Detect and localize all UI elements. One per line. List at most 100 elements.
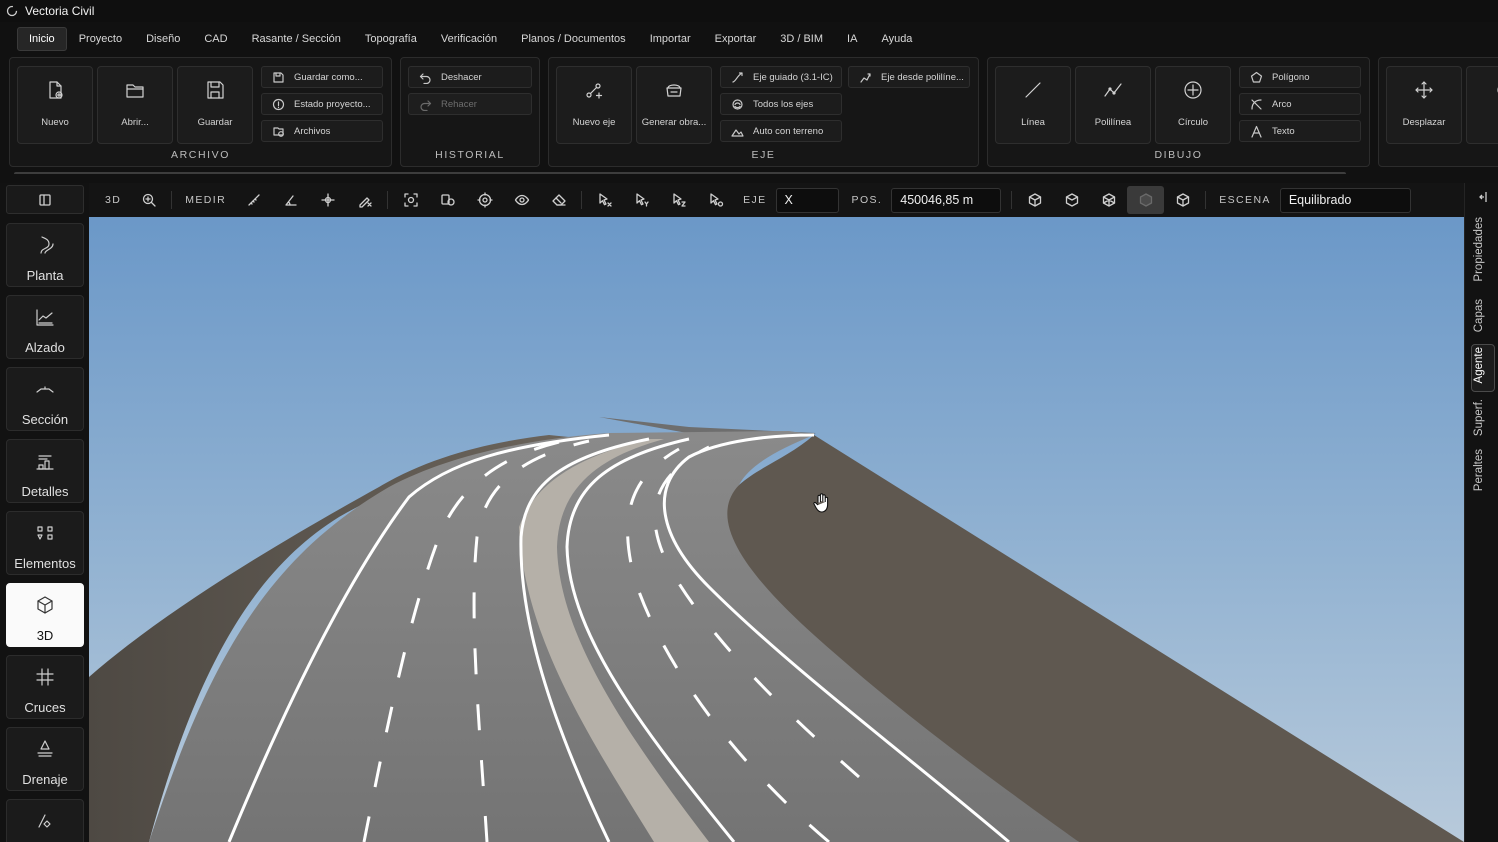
eje-polilinea-button[interactable]: Eje desde polilíne... [848,66,970,88]
nav-item-elementos[interactable]: Elementos [6,511,84,575]
nav-label: Alzado [25,340,65,355]
rehacer-button[interactable]: Rehacer [408,93,532,115]
menu-topografia[interactable]: Topografía [353,27,429,51]
3d-scene [89,217,1464,842]
nav-label: Elementos [14,556,76,571]
visibility-button[interactable] [503,186,540,214]
rotate-icon [1493,79,1498,101]
desplazar-button[interactable]: Desplazar [1386,66,1462,144]
right-panel: Propiedades Capas Agente Superf. Peralte… [1464,183,1498,842]
menu-rasante-seccion[interactable]: Rasante / Sección [240,27,353,51]
linea-button[interactable]: Línea [995,66,1071,144]
nuevo-button[interactable]: Nuevo [17,66,93,144]
texto-label: Texto [1272,125,1295,137]
measure-point-button[interactable] [309,186,346,214]
fit-view-button[interactable] [392,186,429,214]
tab-agente[interactable]: Agente [1473,347,1485,383]
left-nav: Planta Alzado Sección Detalles Elementos… [0,183,89,842]
archivos-button[interactable]: Archivos [261,120,383,142]
menu-inicio[interactable]: Inicio [17,27,67,51]
poligono-button[interactable]: Polígono [1239,66,1361,88]
menu-exportar[interactable]: Exportar [703,27,769,51]
guardar-button[interactable]: Guardar [177,66,253,144]
zoom-button[interactable] [130,186,167,214]
menu-ia[interactable]: IA [835,27,869,51]
ribbon: Nuevo Abrir... Guardar Guardar como... E… [0,54,1498,174]
todos-ejes-button[interactable]: Todos los ejes [720,93,842,115]
view-mode-label[interactable]: 3D [105,194,121,206]
view-axis-icon [440,194,455,206]
eraser-button[interactable] [540,186,577,214]
view-box-button[interactable] [1164,186,1201,214]
nav-item-drenaje[interactable]: Drenaje [6,727,84,791]
view-wire-button[interactable] [1090,186,1127,214]
measure-distance-button[interactable] [235,186,272,214]
tab-propiedades[interactable]: Propiedades [1473,217,1485,282]
menu-ayuda[interactable]: Ayuda [869,27,924,51]
axis-y-button[interactable] [623,186,660,214]
circulo-button[interactable]: Círculo [1155,66,1231,144]
nav-item-planta[interactable]: Planta [6,223,84,287]
measure-angle-button[interactable] [272,186,309,214]
eje-select[interactable]: X [775,187,839,213]
menu-importar[interactable]: Importar [638,27,703,51]
view-axis-button[interactable] [429,186,466,214]
details-icon [34,450,56,472]
nav-item-cruces[interactable]: Cruces [6,655,84,719]
menu-bar: Inicio Proyecto Diseño CAD Rasante / Sec… [0,26,1498,52]
ribbon-scrollbar[interactable] [14,172,1346,174]
nav-item-seccion[interactable]: Sección [6,367,84,431]
polilinea-button[interactable]: Polilínea [1075,66,1151,144]
axis-z-button[interactable] [660,186,697,214]
texto-button[interactable]: Texto [1239,120,1361,142]
toolbar-divider [1011,191,1013,209]
3d-viewport[interactable] [89,217,1464,842]
generar-obra-button[interactable]: Generar obra... [636,66,712,144]
save-icon [204,79,226,101]
axis-free-button[interactable] [697,186,734,214]
save-as-icon [273,71,284,83]
escena-select[interactable]: Equilibrado [1279,187,1411,213]
guardar-como-button[interactable]: Guardar como... [261,66,383,88]
eje-label: EJE [743,194,767,206]
menu-verificacion[interactable]: Verificación [429,27,509,51]
eye-icon [514,194,529,206]
ribbon-group-historial: Deshacer Rehacer HISTORIAL [400,57,540,167]
arco-button[interactable]: Arco [1239,93,1361,115]
view-top-button[interactable] [1053,186,1090,214]
orbit-button[interactable] [466,186,503,214]
nav-item-alzado[interactable]: Alzado [6,295,84,359]
auto-terreno-button[interactable]: Auto con terreno [720,120,842,142]
menu-3d-bim[interactable]: 3D / BIM [768,27,835,51]
tab-peraltes[interactable]: Peraltes [1473,449,1485,491]
deshacer-button[interactable]: Deshacer [408,66,532,88]
eje-guiado-button[interactable]: Eje guiado (3.1-IC) [720,66,842,88]
menu-diseno[interactable]: Diseño [134,27,192,51]
tab-superficie[interactable]: Superf. [1473,399,1485,436]
nuevo-eje-button[interactable]: Nuevo eje [556,66,632,144]
nav-item-more[interactable] [6,799,84,842]
estado-proyecto-button[interactable]: Estado proyecto... [261,93,383,115]
ribbon-group-eje: Nuevo eje Generar obra... Eje guiado (3.… [548,57,979,167]
tab-capas[interactable]: Capas [1473,299,1485,332]
pos-label: POS. [851,194,883,206]
desplazar-label: Desplazar [1402,117,1446,128]
todos-ejes-label: Todos los ejes [753,98,814,110]
panel-expand-icon[interactable] [1477,191,1489,203]
collapse-nav-button[interactable] [6,185,84,214]
view-iso-button[interactable] [1016,186,1053,214]
hand-cursor-icon [813,493,829,513]
nav-item-detalles[interactable]: Detalles [6,439,84,503]
menu-cad[interactable]: CAD [192,27,239,51]
abrir-button[interactable]: Abrir... [97,66,173,144]
partial-ribbon-button[interactable]: C [1466,66,1498,144]
menu-planos-documentos[interactable]: Planos / Documentos [509,27,638,51]
clear-measure-button[interactable] [346,186,383,214]
menu-proyecto[interactable]: Proyecto [67,27,134,51]
pos-input[interactable]: 450046,85 m [891,187,1002,213]
deshacer-label: Deshacer [441,71,482,83]
view-solid-button[interactable] [1127,186,1165,214]
toolbar-divider [387,191,389,209]
axis-x-button[interactable] [586,186,623,214]
nav-item-3d[interactable]: 3D [6,583,84,647]
